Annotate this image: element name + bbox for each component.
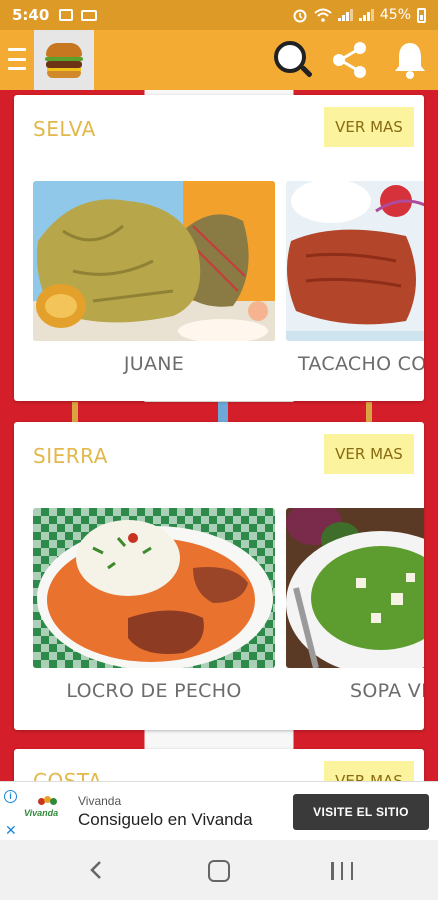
app-toolbar: [0, 30, 438, 90]
alarm-icon: [293, 9, 307, 23]
dish-photo-sopa[interactable]: [286, 508, 424, 668]
dish-card-tacacho[interactable]: TACACHO CO: [286, 181, 424, 375]
image-notification-icon: [59, 9, 74, 21]
dish-name: JUANE: [123, 353, 185, 375]
ad-info-icon[interactable]: i: [4, 790, 17, 803]
back-icon[interactable]: [88, 860, 104, 880]
ver-mas-button[interactable]: VER MAS: [324, 107, 414, 147]
share-icon[interactable]: [328, 38, 372, 82]
status-bar: 5:40 45%: [0, 0, 438, 30]
screen-cast-icon: [81, 9, 98, 21]
visit-site-button[interactable]: VISITE EL SITIO: [293, 794, 429, 830]
search-icon[interactable]: [270, 38, 314, 82]
status-time: 5:40: [12, 6, 50, 24]
ver-mas-button[interactable]: VER MAS: [324, 434, 414, 474]
dish-name: LOCRO DE PECHO: [66, 680, 242, 702]
home-icon[interactable]: [208, 860, 230, 882]
dish-card-sopa[interactable]: SOPA VE: [286, 508, 424, 702]
wifi-icon: [314, 8, 332, 22]
ad-close-icon[interactable]: ✕: [5, 822, 17, 839]
ad-banner[interactable]: i ✕ Vivanda Vivanda Consiguelo en Vivand…: [0, 781, 438, 840]
ad-headline: Consiguelo en Vivanda: [78, 810, 253, 829]
coat-of-arms-detail: [72, 402, 372, 424]
category-card-sierra: SIERRA VER MAS LOCRO DE PECHO SOPA V: [14, 422, 424, 730]
category-card-selva: SELVA VER MAS JUANE TACACHO CO: [14, 95, 424, 401]
category-title: SIERRA: [33, 444, 108, 468]
hamburger-menu-icon[interactable]: [8, 48, 26, 70]
dish-photo-tacacho[interactable]: [286, 181, 424, 341]
burger-logo-icon[interactable]: [34, 30, 94, 90]
signal-1-icon: [337, 9, 353, 21]
ad-brand: Vivanda: [78, 794, 122, 808]
dish-card-juane[interactable]: JUANE: [33, 181, 275, 375]
signal-2-icon: [358, 9, 374, 21]
dish-name: TACACHO CO: [298, 353, 424, 375]
system-nav-bar: [0, 840, 438, 900]
notification-bell-icon[interactable]: [388, 38, 432, 82]
dish-name: SOPA VE: [350, 680, 424, 702]
category-title: SELVA: [33, 117, 96, 141]
dish-photo-locro-de-pecho[interactable]: [33, 508, 275, 668]
dish-card-locro-de-pecho[interactable]: LOCRO DE PECHO: [33, 508, 275, 702]
recent-apps-icon[interactable]: [331, 862, 353, 880]
dish-photo-juane[interactable]: [33, 181, 275, 341]
battery-percent: 45%: [379, 7, 411, 23]
vivanda-logo: Vivanda: [24, 794, 70, 826]
battery-icon: [417, 7, 426, 23]
